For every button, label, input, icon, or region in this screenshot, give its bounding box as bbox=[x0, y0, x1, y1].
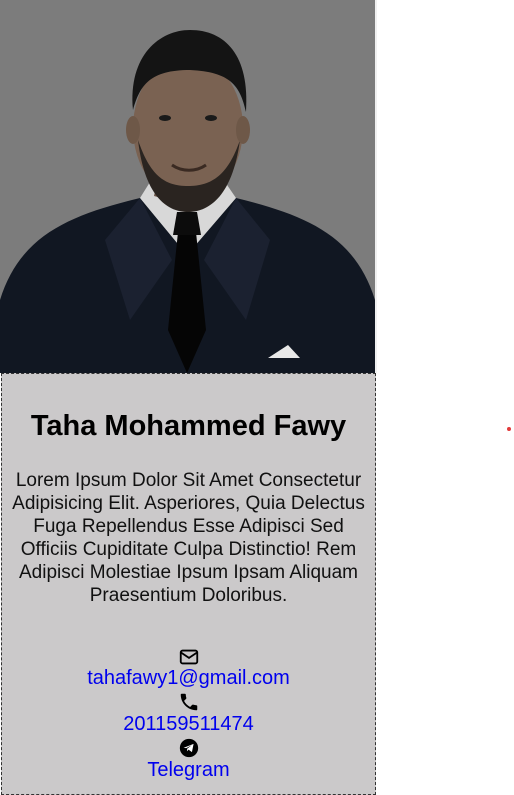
telegram-icon bbox=[179, 738, 198, 758]
profile-name: Taha Mohammed Fawy bbox=[30, 410, 347, 442]
profile-photo bbox=[0, 0, 375, 373]
phone-link[interactable]: 201159511474 bbox=[2, 713, 375, 736]
envelope-icon bbox=[179, 649, 198, 665]
profile-bio: Lorem Ipsum Dolor Sit Amet Consectetur A… bbox=[12, 470, 365, 606]
email-link[interactable]: tahafawy1@gmail.com bbox=[2, 667, 375, 690]
person-photo-illustration bbox=[0, 0, 375, 373]
telegram-link[interactable]: Telegram bbox=[2, 759, 375, 782]
red-dot-marker bbox=[507, 427, 511, 431]
phone-icon bbox=[180, 693, 197, 711]
profile-info: Taha Mohammed Fawy Lorem Ipsum Dolor Sit… bbox=[1, 373, 376, 795]
profile-card: Taha Mohammed Fawy Lorem Ipsum Dolor Sit… bbox=[0, 0, 377, 795]
photo-edge bbox=[375, 0, 377, 373]
